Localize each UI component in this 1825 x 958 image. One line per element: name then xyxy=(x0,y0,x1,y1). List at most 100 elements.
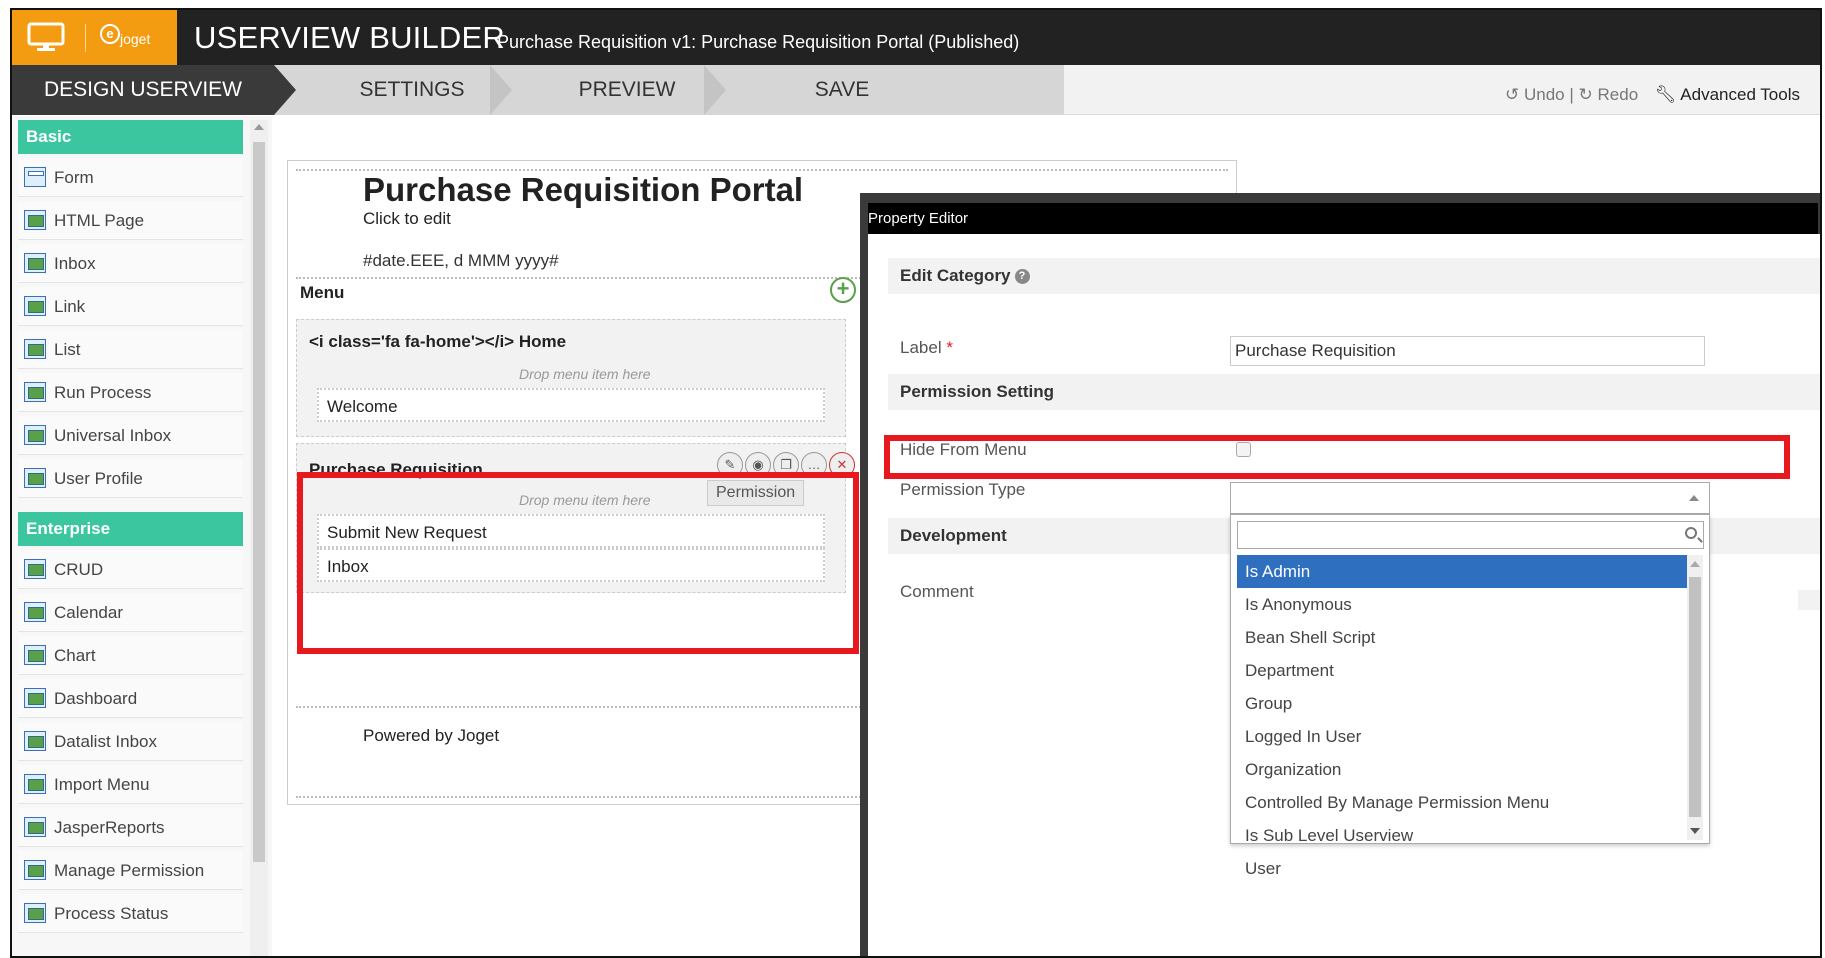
permission-type-label: Permission Type xyxy=(900,480,1026,499)
menu-element-icon xyxy=(24,602,46,622)
undo-button[interactable]: Undo xyxy=(1524,85,1565,104)
form-icon xyxy=(24,167,46,187)
click-to-edit-hint[interactable]: Click to edit xyxy=(363,209,451,229)
dropdown-options: Is Admin Is Anonymous Bean Shell Script … xyxy=(1237,555,1687,885)
option-bean-shell-script[interactable]: Bean Shell Script xyxy=(1237,621,1687,654)
wrench-icon: 🔧︎ xyxy=(1654,85,1677,104)
permission-type-dropdown: Is Admin Is Anonymous Bean Shell Script … xyxy=(1230,514,1710,878)
palette-item-calendar[interactable]: Calendar xyxy=(18,593,243,632)
category-home[interactable]: <i class='fa fa-home'></i> Home Drop men… xyxy=(296,319,846,437)
property-editor-title: Property Editor xyxy=(868,210,969,227)
palette-item-form[interactable]: Form xyxy=(18,158,243,197)
palette-list: Basic Form HTML Page Inbox Link List Run… xyxy=(18,120,243,937)
advanced-tools-button[interactable]: 🔧︎ Advanced Tools xyxy=(1655,85,1800,104)
scroll-down-icon[interactable] xyxy=(1690,828,1700,834)
menu-element-icon xyxy=(24,817,46,837)
portal-title[interactable]: Purchase Requisition Portal xyxy=(363,171,803,209)
menu-element-icon xyxy=(24,382,46,402)
palette-item-process-status[interactable]: Process Status xyxy=(18,894,243,933)
menu-element-icon xyxy=(24,468,46,488)
palette-item-label: JasperReports xyxy=(54,818,165,837)
builder-window: e joget USERVIEW BUILDER Purchase Requisi… xyxy=(10,8,1822,958)
palette-item-inbox[interactable]: Inbox xyxy=(18,244,243,283)
chevron-right-icon xyxy=(490,65,512,115)
palette-item-label: List xyxy=(54,340,81,359)
joget-logo-mark: e xyxy=(100,24,120,44)
monitor-icon[interactable] xyxy=(27,22,65,52)
palette-scrollbar[interactable] xyxy=(250,120,268,956)
palette-header-basic[interactable]: Basic xyxy=(18,120,243,154)
add-category-icon[interactable]: + xyxy=(830,277,856,303)
palette-item-crud[interactable]: CRUD xyxy=(18,550,243,589)
dropdown-scrollbar[interactable] xyxy=(1687,555,1703,840)
option-is-anonymous[interactable]: Is Anonymous xyxy=(1237,588,1687,621)
permission-type-select[interactable] xyxy=(1230,482,1710,514)
tab-design-userview[interactable]: DESIGN USERVIEW xyxy=(12,65,274,115)
palette-item-label: Inbox xyxy=(54,254,96,273)
label-field-text: Label xyxy=(900,338,942,357)
palette-header-enterprise[interactable]: Enterprise xyxy=(18,512,243,546)
advanced-tools-label: Advanced Tools xyxy=(1680,85,1800,104)
tab-preview[interactable]: PREVIEW xyxy=(522,65,732,115)
palette-item-link[interactable]: Link xyxy=(18,287,243,326)
tab-save[interactable]: SAVE xyxy=(737,65,947,115)
palette-item-label: Universal Inbox xyxy=(54,426,172,445)
menu-element-icon xyxy=(24,688,46,708)
scroll-up-icon[interactable] xyxy=(1690,561,1700,567)
option-logged-in-user[interactable]: Logged In User xyxy=(1237,720,1687,753)
menu-element-icon xyxy=(24,731,46,751)
palette-item-label: CRUD xyxy=(54,560,104,579)
palette-item-import-menu[interactable]: Import Menu xyxy=(18,765,243,804)
undo-icon[interactable]: ↺ xyxy=(1505,85,1519,104)
option-user[interactable]: User xyxy=(1237,852,1687,885)
palette-item-label: Process Status xyxy=(54,904,169,923)
menu-element-icon xyxy=(24,903,46,923)
redo-button[interactable]: Redo xyxy=(1598,85,1639,104)
palette-item-dashboard[interactable]: Dashboard xyxy=(18,679,243,718)
palette-item-user-profile[interactable]: User Profile xyxy=(18,459,243,498)
comment-field-edge xyxy=(1798,590,1820,610)
palette-item-manage-permission[interactable]: Manage Permission xyxy=(18,851,243,890)
palette-item-list[interactable]: List xyxy=(18,330,243,369)
option-group[interactable]: Group xyxy=(1237,687,1687,720)
palette-item-label: Import Menu xyxy=(54,775,150,794)
menu-element-icon xyxy=(24,774,46,794)
tab-settings[interactable]: SETTINGS xyxy=(312,65,512,115)
scroll-up-icon[interactable] xyxy=(254,124,264,130)
category-title[interactable]: <i class='fa fa-home'></i> Home xyxy=(309,332,566,352)
joget-logo: e joget xyxy=(100,24,150,47)
palette-item-run-process[interactable]: Run Process xyxy=(18,373,243,412)
palette-item-html-page[interactable]: HTML Page xyxy=(18,201,243,240)
menu-label: Menu xyxy=(300,283,345,302)
menu-item-welcome[interactable]: Welcome xyxy=(317,388,825,422)
undo-redo-separator: | xyxy=(1569,85,1574,104)
option-department[interactable]: Department xyxy=(1237,654,1687,687)
option-controlled-by-manage-permission-menu[interactable]: Controlled By Manage Permission Menu xyxy=(1237,786,1687,819)
label-input[interactable]: Purchase Requisition xyxy=(1230,336,1705,366)
dropdown-search-input[interactable] xyxy=(1237,521,1704,549)
section-edit-category: Edit Category? xyxy=(888,258,1820,294)
redo-icon[interactable]: ↻ xyxy=(1579,85,1593,104)
option-is-admin[interactable]: Is Admin xyxy=(1237,555,1687,588)
menu-element-icon xyxy=(24,210,46,230)
property-editor-dialog: Property Editor Edit Category? Label * P… xyxy=(860,193,1820,956)
help-icon[interactable]: ? xyxy=(1014,269,1030,285)
highlight-box xyxy=(297,472,859,654)
palette-item-datalist-inbox[interactable]: Datalist Inbox xyxy=(18,722,243,761)
undo-redo-area: ↺ Undo | ↻ Redo 🔧︎ Advanced Tools xyxy=(1505,65,1800,115)
palette-scroll-thumb[interactable] xyxy=(253,142,265,862)
chevron-up-icon[interactable] xyxy=(1689,495,1699,501)
dropdown-scroll-thumb[interactable] xyxy=(1689,577,1701,817)
app-subtitle: Purchase Requisition v1: Purchase Requis… xyxy=(497,32,1020,52)
palette-item-label: Datalist Inbox xyxy=(54,732,157,751)
palette-item-chart[interactable]: Chart xyxy=(18,636,243,675)
option-organization[interactable]: Organization xyxy=(1237,753,1687,786)
palette-item-jasperreports[interactable]: JasperReports xyxy=(18,808,243,847)
palette-item-label: Dashboard xyxy=(54,689,138,708)
option-is-sub-level-userview[interactable]: Is Sub Level Userview xyxy=(1237,819,1687,852)
palette-item-universal-inbox[interactable]: Universal Inbox xyxy=(18,416,243,455)
drop-hint: Drop menu item here xyxy=(519,366,651,382)
top-bar: e joget USERVIEW BUILDER Purchase Requisi… xyxy=(12,10,1820,65)
palette-item-label: Run Process xyxy=(54,383,152,402)
comment-label: Comment xyxy=(900,582,974,601)
